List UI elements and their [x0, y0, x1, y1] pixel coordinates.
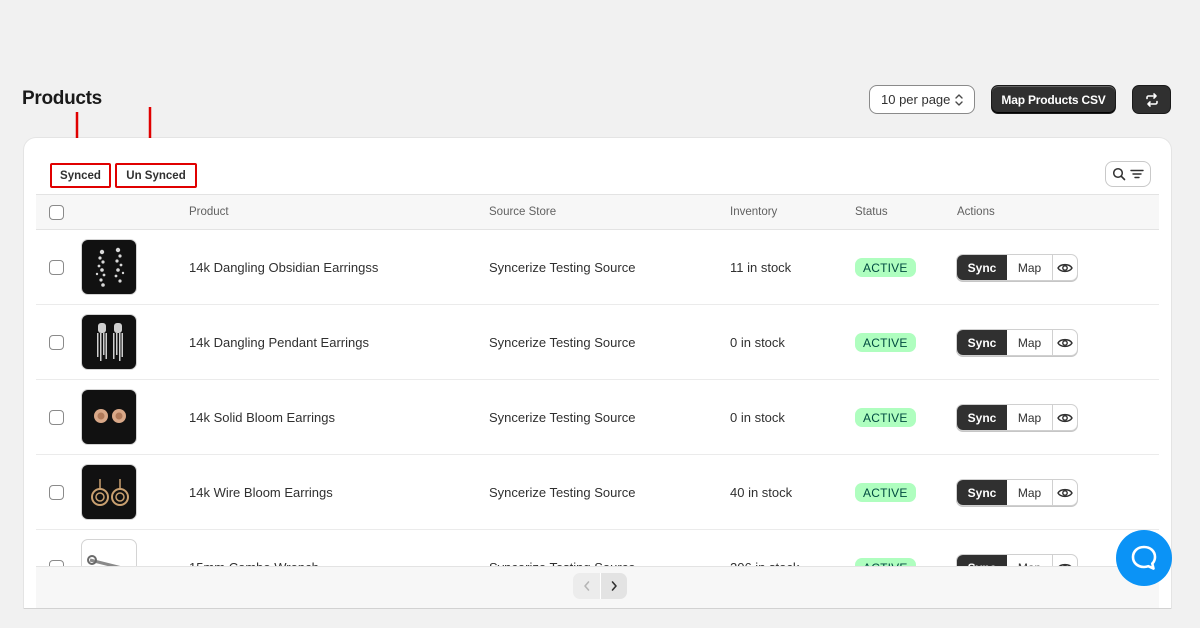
select-all-checkbox[interactable] [49, 205, 64, 220]
view-button[interactable] [1053, 330, 1077, 355]
eye-icon [1057, 263, 1073, 272]
chat-icon [1131, 545, 1157, 570]
row-actions: Sync Map [956, 254, 1078, 281]
pagination-bar [36, 566, 1159, 608]
inventory: 40 in stock [730, 485, 793, 500]
sync-button[interactable]: Sync [957, 255, 1007, 280]
product-thumbnail [81, 239, 137, 295]
map-products-csv-button[interactable]: Map Products CSV [991, 85, 1116, 114]
row-checkbox[interactable] [49, 410, 64, 425]
map-button[interactable]: Map [1007, 480, 1053, 505]
status-badge: ACTIVE [855, 258, 916, 277]
product-name[interactable]: 14k Solid Bloom Earrings [189, 410, 335, 425]
table-header: Product Source Store Inventory Status Ac… [36, 194, 1159, 230]
products-table: Product Source Store Inventory Status Ac… [36, 194, 1159, 605]
pagination [573, 573, 627, 599]
row-actions: Sync Map [956, 329, 1078, 356]
next-page-button[interactable] [600, 573, 627, 599]
filter-icon [1130, 169, 1144, 179]
chat-launcher-button[interactable] [1116, 530, 1172, 586]
row-actions: Sync Map [956, 479, 1078, 506]
product-thumbnail [81, 389, 137, 445]
row-checkbox[interactable] [49, 260, 64, 275]
product-thumbnail [81, 464, 137, 520]
table-row[interactable]: 14k Solid Bloom Earrings Syncerize Testi… [36, 380, 1159, 455]
source-store: Syncerize Testing Source [489, 410, 636, 425]
column-inventory: Inventory [730, 206, 778, 218]
column-product: Product [189, 206, 229, 218]
column-source-store: Source Store [489, 206, 557, 218]
inventory: 0 in stock [730, 335, 785, 350]
column-actions: Actions [957, 206, 995, 218]
view-button[interactable] [1053, 480, 1077, 505]
status-badge: ACTIVE [855, 483, 916, 502]
product-name[interactable]: 14k Dangling Pendant Earrings [189, 335, 369, 350]
eye-icon [1057, 338, 1073, 347]
chevron-left-icon [583, 581, 589, 591]
refresh-button[interactable] [1132, 85, 1171, 114]
source-store: Syncerize Testing Source [489, 335, 636, 350]
row-checkbox[interactable] [49, 485, 64, 500]
inventory: 11 in stock [730, 260, 792, 275]
status-badge: ACTIVE [855, 408, 916, 427]
chevron-right-icon [611, 581, 617, 591]
map-button[interactable]: Map [1007, 255, 1053, 280]
inventory: 0 in stock [730, 410, 785, 425]
search-icon [1112, 167, 1126, 181]
view-button[interactable] [1053, 255, 1077, 280]
tab-synced[interactable]: Synced [50, 163, 111, 188]
source-store: Syncerize Testing Source [489, 260, 636, 275]
product-name[interactable]: 14k Dangling Obsidian Earringss [189, 260, 378, 275]
products-card: Synced Un Synced Product Source Store In… [24, 138, 1171, 608]
eye-icon [1057, 488, 1073, 497]
sync-button[interactable]: Sync [957, 330, 1007, 355]
column-status: Status [855, 206, 888, 218]
product-name[interactable]: 14k Wire Bloom Earrings [189, 485, 333, 500]
map-button[interactable]: Map [1007, 330, 1053, 355]
previous-page-button[interactable] [573, 573, 600, 599]
chevron-up-down-icon [955, 94, 963, 106]
eye-icon [1057, 413, 1073, 422]
per-page-value: 10 per page [881, 92, 951, 107]
page-title: Products [22, 88, 102, 109]
product-thumbnail [81, 314, 137, 370]
search-filter-button[interactable] [1105, 161, 1151, 187]
map-button[interactable]: Map [1007, 405, 1053, 430]
row-checkbox[interactable] [49, 335, 64, 350]
refresh-icon [1145, 92, 1158, 107]
table-row[interactable]: 14k Dangling Pendant Earrings Syncerize … [36, 305, 1159, 380]
status-badge: ACTIVE [855, 333, 916, 352]
per-page-select[interactable]: 10 per page [869, 85, 975, 114]
source-store: Syncerize Testing Source [489, 485, 636, 500]
sync-button[interactable]: Sync [957, 405, 1007, 430]
table-row[interactable]: 14k Dangling Obsidian Earringss Synceriz… [36, 230, 1159, 305]
view-button[interactable] [1053, 405, 1077, 430]
row-actions: Sync Map [956, 404, 1078, 431]
sync-button[interactable]: Sync [957, 480, 1007, 505]
tab-unsynced[interactable]: Un Synced [115, 163, 197, 188]
table-row[interactable]: 14k Wire Bloom Earrings Syncerize Testin… [36, 455, 1159, 530]
